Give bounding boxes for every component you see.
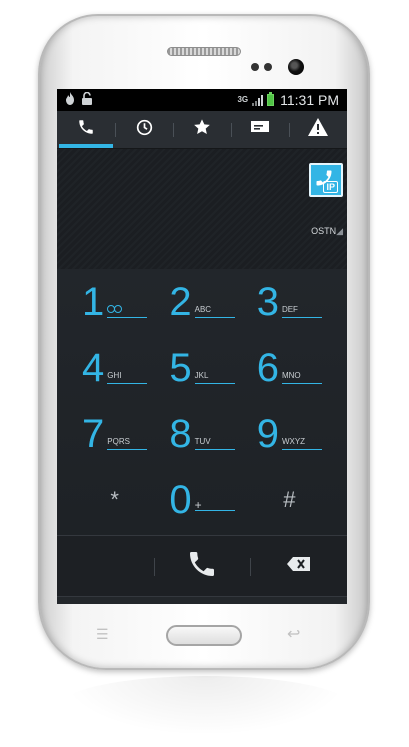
star-icon bbox=[193, 118, 211, 141]
key-6[interactable]: 6 MNO bbox=[246, 335, 333, 401]
phone-reflection bbox=[60, 676, 350, 736]
bottom-bar: txt bbox=[57, 597, 347, 604]
key-digit: 8 bbox=[169, 412, 192, 456]
line-label: OSTN bbox=[311, 226, 337, 236]
status-bar: 3G 11:31 PM bbox=[57, 89, 347, 111]
key-digit: 9 bbox=[256, 412, 279, 456]
home-button[interactable] bbox=[166, 625, 242, 646]
phone-screen: 3G 11:31 PM IP OSTN◢ 1 2 ABC 3 DEF 4 GHI… bbox=[57, 89, 347, 604]
key-2[interactable]: 2 ABC bbox=[158, 269, 245, 335]
line-selector[interactable]: OSTN◢ bbox=[311, 226, 343, 237]
key-letters: + bbox=[194, 498, 235, 512]
empty-action-slot bbox=[57, 536, 154, 596]
backspace-button[interactable] bbox=[250, 536, 347, 596]
key-0[interactable]: 0 + bbox=[158, 467, 245, 533]
back-key-icon[interactable]: ↩ bbox=[287, 624, 300, 644]
speaker-icon: ◢ bbox=[336, 226, 343, 236]
tab-recents[interactable] bbox=[115, 111, 173, 148]
dial-action-bar bbox=[57, 535, 347, 597]
key-letters: PQRS bbox=[107, 437, 148, 450]
status-clock: 11:31 PM bbox=[280, 92, 339, 108]
key-symbol: # bbox=[283, 487, 296, 512]
key-digit: 0 bbox=[169, 478, 192, 522]
tab-messages[interactable] bbox=[231, 111, 289, 148]
keypad-row-2: 4 GHI 5 JKL 6 MNO bbox=[57, 335, 347, 401]
keypad-row-1: 1 2 ABC 3 DEF bbox=[57, 269, 347, 335]
key-digit: 7 bbox=[82, 412, 105, 456]
backspace-icon bbox=[286, 556, 311, 576]
key-8[interactable]: 8 TUV bbox=[158, 401, 245, 467]
key-7[interactable]: 7 PQRS bbox=[71, 401, 158, 467]
phone-icon bbox=[316, 170, 332, 186]
key-letters: ABC bbox=[194, 305, 235, 318]
dial-keypad: 1 2 ABC 3 DEF 4 GHI 5 JKL 6 MNO 7 PQRS 8… bbox=[57, 269, 347, 535]
key-letters: JKL bbox=[194, 371, 235, 384]
key-digit: 5 bbox=[169, 346, 192, 390]
lock-open-icon bbox=[81, 91, 93, 108]
call-button[interactable] bbox=[153, 536, 251, 596]
key-digit: 6 bbox=[256, 346, 279, 390]
key-star[interactable]: * bbox=[71, 467, 158, 533]
tab-warning[interactable] bbox=[289, 111, 347, 148]
phone-icon bbox=[77, 118, 95, 141]
network-type: 3G bbox=[237, 95, 249, 104]
clock-icon bbox=[136, 119, 153, 141]
keypad-row-4: * 0 + # bbox=[57, 467, 347, 533]
key-letters: MNO bbox=[281, 371, 322, 384]
key-letters: GHI bbox=[107, 371, 148, 384]
key-symbol: * bbox=[110, 487, 119, 512]
warning-icon bbox=[307, 117, 329, 142]
tab-phone[interactable] bbox=[57, 111, 115, 148]
signal-icon bbox=[252, 94, 264, 106]
battery-icon bbox=[267, 92, 275, 106]
earpiece-speaker bbox=[167, 47, 241, 56]
proximity-sensor bbox=[251, 63, 259, 71]
flame-icon bbox=[65, 92, 75, 108]
key-3[interactable]: 3 DEF bbox=[246, 269, 333, 335]
voicemail-icon bbox=[107, 304, 123, 313]
key-digit: 4 bbox=[82, 346, 105, 390]
key-1[interactable]: 1 bbox=[71, 269, 158, 335]
key-digit: 2 bbox=[169, 280, 192, 324]
key-9[interactable]: 9 WXYZ bbox=[246, 401, 333, 467]
key-4[interactable]: 4 GHI bbox=[71, 335, 158, 401]
key-hash[interactable]: # bbox=[246, 467, 333, 533]
ip-call-button[interactable]: IP bbox=[309, 163, 343, 197]
front-camera bbox=[288, 59, 304, 75]
keypad-row-3: 7 PQRS 8 TUV 9 WXYZ bbox=[57, 401, 347, 467]
light-sensor bbox=[264, 63, 272, 71]
key-letters bbox=[107, 304, 148, 318]
key-letters: TUV bbox=[194, 437, 235, 450]
message-icon bbox=[250, 119, 270, 140]
key-letters: DEF bbox=[281, 305, 322, 318]
dial-display: IP OSTN◢ bbox=[57, 149, 347, 269]
phone-icon bbox=[186, 548, 218, 585]
key-digit: 3 bbox=[256, 280, 279, 324]
key-digit: 1 bbox=[82, 280, 105, 324]
tab-bar bbox=[57, 111, 347, 149]
key-letters: WXYZ bbox=[281, 437, 322, 450]
key-5[interactable]: 5 JKL bbox=[158, 335, 245, 401]
tab-favorites[interactable] bbox=[173, 111, 231, 148]
menu-key-icon[interactable]: ☰ bbox=[96, 626, 109, 643]
